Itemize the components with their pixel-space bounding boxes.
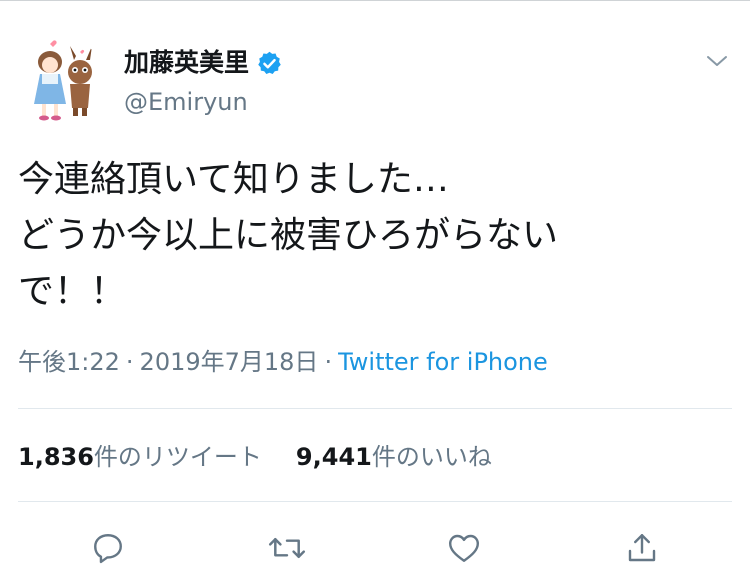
likes-label: 件のいいね bbox=[371, 443, 492, 471]
chevron-down-icon[interactable] bbox=[704, 50, 730, 72]
tweet-metadata: 午後1:22 · 2019年7月18日 · Twitter for iPhone bbox=[18, 344, 548, 380]
tweet-text-line: で！！ bbox=[18, 271, 127, 312]
engagement-stats: 1,836件のリツイート 9,441件のいいね bbox=[18, 440, 492, 474]
tweet-text-line: どうか今以上に被害ひろがらない bbox=[18, 215, 559, 256]
avatar-illustration bbox=[34, 40, 92, 121]
tweet-text-line: 今連絡頂いて知りました… bbox=[18, 159, 449, 200]
tweet-source-link[interactable]: Twitter for iPhone bbox=[338, 348, 548, 376]
likes-count: 9,441 bbox=[295, 443, 372, 471]
avatar[interactable] bbox=[18, 38, 106, 126]
share-icon[interactable] bbox=[624, 530, 660, 566]
retweet-icon[interactable] bbox=[268, 530, 306, 566]
retweets-label: 件のリツイート bbox=[93, 443, 262, 471]
likes-stat[interactable]: 9,441件のいいね bbox=[296, 443, 492, 471]
display-name-text: 加藤英美里 bbox=[124, 48, 250, 77]
metadata-separator: · bbox=[324, 348, 333, 376]
retweets-count: 1,836 bbox=[18, 443, 94, 471]
display-name[interactable]: 加藤英美里 bbox=[124, 46, 283, 80]
tweet-date[interactable]: 2019年7月18日 bbox=[140, 348, 319, 376]
reply-icon[interactable] bbox=[90, 530, 126, 566]
top-divider bbox=[0, 0, 750, 1]
retweets-stat[interactable]: 1,836件のリツイート bbox=[18, 443, 262, 471]
divider bbox=[18, 408, 732, 409]
metadata-separator: · bbox=[125, 348, 134, 376]
tweet-text: 今連絡頂いて知りました… どうか今以上に被害ひろがらない で！！ bbox=[18, 152, 718, 320]
handle[interactable]: @Emiryun bbox=[124, 86, 248, 118]
divider bbox=[18, 501, 732, 502]
tweet-time[interactable]: 午後1:22 bbox=[18, 348, 120, 376]
heart-icon[interactable] bbox=[446, 530, 482, 566]
verified-badge-icon bbox=[258, 51, 281, 74]
